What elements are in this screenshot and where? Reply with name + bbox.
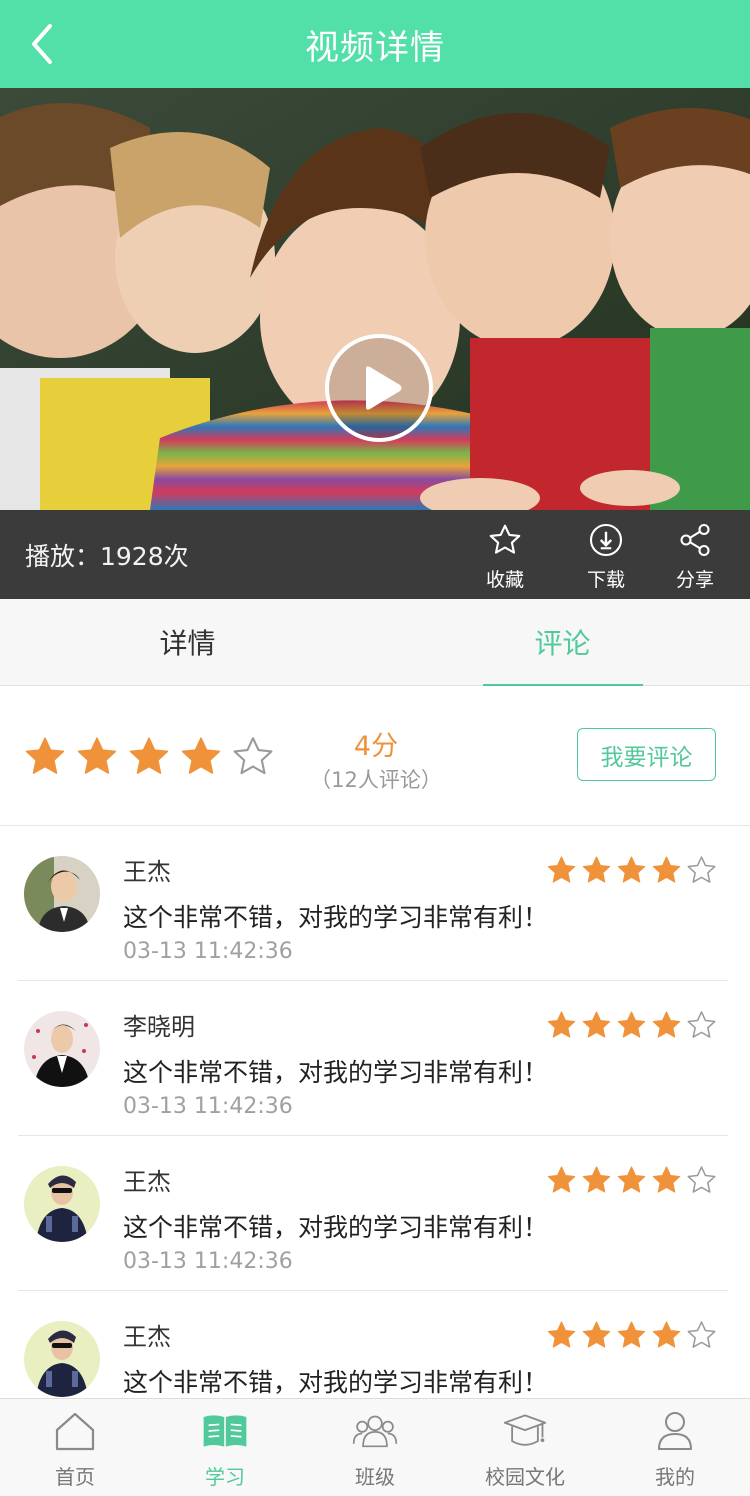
review-count: （12人评论） [310,768,442,792]
play-button[interactable] [324,333,434,443]
star-empty-icon [685,1164,720,1196]
write-comment-button[interactable]: 我要评论 [577,728,716,781]
share-label: 分享 [675,569,714,591]
nav-class-label: 班级 [355,1465,395,1489]
nav-campus-culture[interactable]: 校园文化 [450,1409,600,1493]
top-bar: 视频详情 [0,0,750,88]
nav-class[interactable]: 班级 [300,1409,450,1493]
star-filled-icon [650,1164,685,1196]
star-filled-icon [650,1319,685,1351]
video-thumbnail [0,88,750,510]
download-button[interactable]: 下载 [571,520,641,592]
page-title: 视频详情 [305,27,445,68]
nav-home-label: 首页 [55,1465,95,1489]
tab-comments[interactable]: 评论 [375,599,750,685]
home-icon [55,1412,95,1451]
nav-home[interactable]: 首页 [0,1409,150,1493]
star-filled-icon [74,734,126,778]
download-label: 下载 [586,569,625,591]
star-filled-icon [545,854,580,886]
comment-rating [545,1009,720,1041]
comment-author: 王杰 [123,1323,171,1351]
nav-campus-culture-label: 校园文化 [485,1465,565,1489]
rating-stars [22,734,282,778]
favorite-label: 收藏 [485,569,524,591]
comment-text: 这个非常不错，对我的学习非常有利！ [123,1058,549,1087]
avatar [24,856,100,932]
graduation-cap-icon [503,1414,547,1446]
star-filled-icon [615,854,650,886]
comment-item: 王杰 这个非常不错，对我的学习非常有利！ 03-13 11:42:36 [18,1136,728,1291]
comment-item: 李晓明 这个非常不错，对我的学习非常有利！ 03-13 11:42:36 [18,981,728,1136]
share-button[interactable]: 分享 [660,520,730,592]
star-filled-icon [580,1164,615,1196]
tab-bar: 详情 评论 [0,599,750,686]
star-empty-icon [230,734,282,778]
play-count: 播放：1928次 [25,541,189,571]
nav-mine-label: 我的 [655,1465,695,1489]
comment-time: 03-13 11:42:36 [123,1094,293,1119]
comment-time: 03-13 11:42:36 [123,1249,293,1274]
avatar [24,1166,100,1242]
star-filled-icon [615,1009,650,1041]
avatar [24,1011,100,1087]
star-filled-icon [615,1319,650,1351]
star-filled-icon [580,854,615,886]
video-stats-bar: 播放：1928次 收藏 下载 分享 [0,510,750,599]
video-player[interactable] [0,88,750,510]
chevron-left-icon [32,24,52,64]
comment-author: 王杰 [123,858,171,886]
star-outline-icon [489,524,521,554]
comment-rating [545,1319,720,1351]
bottom-navigation: 首页 学习 班级 校园文化 我的 [0,1398,750,1496]
star-filled-icon [22,734,74,778]
comment-rating [545,854,720,886]
star-empty-icon [685,1009,720,1041]
favorite-button[interactable]: 收藏 [470,520,540,592]
star-filled-icon [580,1319,615,1351]
nav-mine[interactable]: 我的 [600,1409,750,1493]
book-icon [203,1415,247,1447]
back-button[interactable] [20,22,64,66]
average-score: 4分 [353,731,399,762]
avatar [24,1321,100,1397]
download-icon [589,523,623,556]
group-icon [352,1415,398,1448]
nav-study[interactable]: 学习 [150,1409,300,1493]
nav-study-label: 学习 [205,1465,245,1489]
star-filled-icon [126,734,178,778]
star-filled-icon [650,854,685,886]
play-icon [325,334,433,442]
comment-time: 03-13 11:42:36 [123,939,293,964]
user-icon [658,1412,692,1450]
star-empty-icon [685,854,720,886]
star-filled-icon [650,1009,685,1041]
comment-author: 李晓明 [123,1013,195,1041]
star-empty-icon [685,1319,720,1351]
star-filled-icon [580,1009,615,1041]
comment-text: 这个非常不错，对我的学习非常有利！ [123,903,549,932]
comment-rating [545,1164,720,1196]
star-filled-icon [615,1164,650,1196]
star-filled-icon [178,734,230,778]
comment-item: 王杰 这个非常不错，对我的学习非常有利！ 03-13 11:42:36 [18,826,728,981]
comment-author: 王杰 [123,1168,171,1196]
share-icon [680,523,710,556]
comment-text: 这个非常不错，对我的学习非常有利！ [123,1213,549,1242]
tab-details[interactable]: 详情 [0,599,375,685]
rating-summary: 4分 （12人评论） 我要评论 [0,686,750,826]
star-filled-icon [545,1319,580,1351]
star-filled-icon [545,1164,580,1196]
comment-text: 这个非常不错，对我的学习非常有利！ [123,1368,549,1397]
star-filled-icon [545,1009,580,1041]
